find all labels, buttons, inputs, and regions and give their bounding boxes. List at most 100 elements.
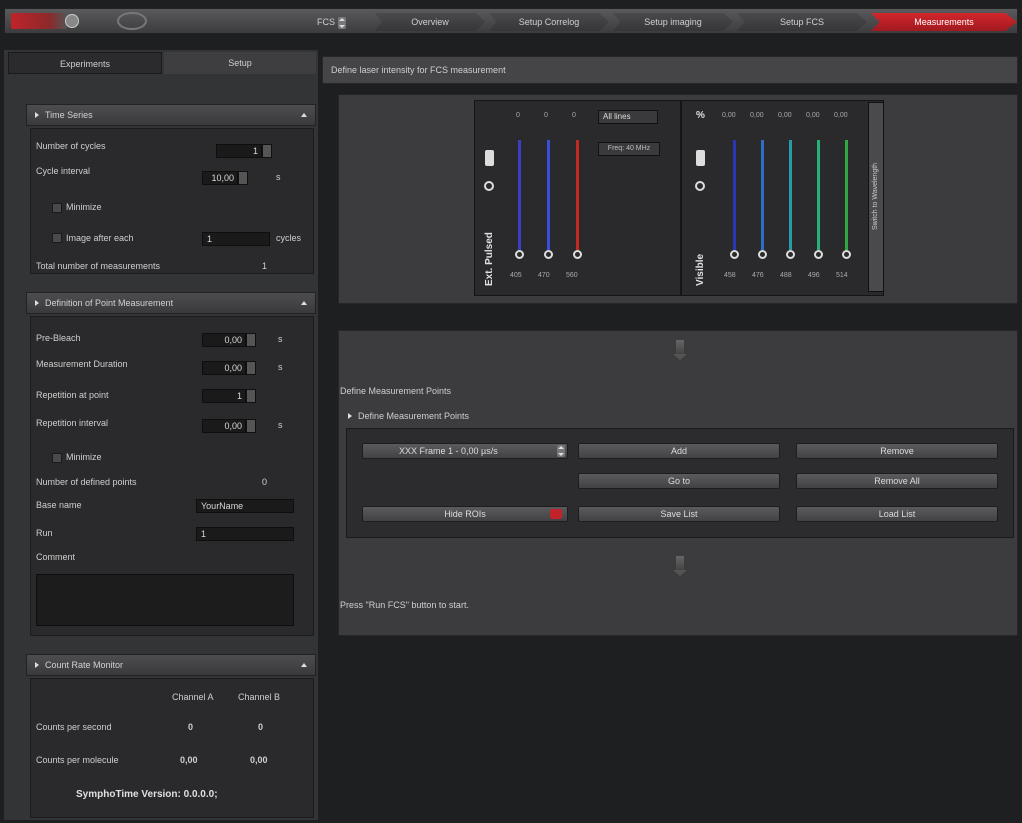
visible-line-458 bbox=[733, 140, 736, 250]
step-measurements[interactable]: Measurements bbox=[871, 13, 1017, 31]
minimize-label: Minimize bbox=[66, 202, 102, 212]
go-to-button[interactable]: Go to bbox=[578, 473, 780, 489]
points-section-header[interactable]: Define Measurement Points bbox=[348, 411, 469, 421]
comment-textarea[interactable] bbox=[36, 574, 294, 626]
visible-line-496 bbox=[817, 140, 820, 250]
rep-point-stepper[interactable] bbox=[246, 389, 256, 403]
section-title: Definition of Point Measurement bbox=[45, 298, 174, 308]
logo-knob-icon bbox=[65, 14, 79, 28]
time-series-header[interactable]: Time Series bbox=[26, 104, 316, 126]
visible-slider-488[interactable] bbox=[786, 250, 795, 259]
cycles-field[interactable]: 1 bbox=[216, 144, 262, 158]
pulsed-mode-label: All lines bbox=[603, 112, 631, 121]
pulsed-mode-select[interactable]: All lines bbox=[598, 110, 658, 124]
remove-button[interactable]: Remove bbox=[796, 443, 998, 459]
duration-field[interactable]: 0,00 bbox=[202, 361, 246, 375]
pulsed-line-560 bbox=[576, 140, 579, 250]
cycles-label: Number of cycles bbox=[36, 141, 106, 151]
minimize-checkbox[interactable] bbox=[52, 203, 62, 213]
minimize-label-2: Minimize bbox=[66, 452, 102, 462]
frame-dropdown[interactable]: XXX Frame 1 - 0,00 µs/s bbox=[362, 443, 568, 459]
save-list-button[interactable]: Save List bbox=[578, 506, 780, 522]
step-overview[interactable]: Overview bbox=[375, 13, 485, 31]
point-measurement-header[interactable]: Definition of Point Measurement bbox=[26, 292, 316, 314]
prebleach-field[interactable]: 0,00 bbox=[202, 333, 246, 347]
step-setup-correlog[interactable]: Setup Correlog bbox=[489, 13, 609, 31]
logo-ring-icon bbox=[117, 12, 147, 30]
hide-rois-button[interactable]: Hide ROIs bbox=[362, 506, 568, 522]
visible-wl-458: 458 bbox=[724, 272, 736, 279]
pulsed-slider-560[interactable] bbox=[573, 250, 582, 259]
pulsed-label: Ext. Pulsed bbox=[484, 232, 495, 286]
visible-line-488 bbox=[789, 140, 792, 250]
pulsed-slider-470[interactable] bbox=[544, 250, 553, 259]
visible-power-icon[interactable] bbox=[695, 181, 705, 191]
prebleach-label: Pre-Bleach bbox=[36, 333, 81, 343]
pulsed-power-icon[interactable] bbox=[484, 181, 494, 191]
pulsed-line-470 bbox=[547, 140, 550, 250]
visible-label: Visible bbox=[695, 253, 706, 286]
visible-slider-496[interactable] bbox=[814, 250, 823, 259]
visible-line-514 bbox=[845, 140, 848, 250]
prebleach-stepper[interactable] bbox=[246, 333, 256, 347]
cps-label: Counts per second bbox=[36, 722, 112, 732]
visible-slider-476[interactable] bbox=[758, 250, 767, 259]
step-setup-fcs[interactable]: Setup FCS bbox=[737, 13, 867, 31]
prebleach-unit: s bbox=[278, 334, 283, 344]
run-field[interactable]: 1 bbox=[196, 527, 294, 541]
interval-stepper[interactable] bbox=[238, 171, 248, 185]
load-list-button[interactable]: Load List bbox=[796, 506, 998, 522]
channel-b-header: Channel B bbox=[238, 692, 281, 702]
visible-line-476 bbox=[761, 140, 764, 250]
cpm-label: Counts per molecule bbox=[36, 755, 119, 765]
duration-stepper[interactable] bbox=[246, 361, 256, 375]
pulsed-top-2: 0 bbox=[572, 112, 576, 119]
laser-header: Define laser intensity for FCS measureme… bbox=[322, 56, 1018, 84]
visible-wl-488: 488 bbox=[780, 272, 792, 279]
total-measurements-value: 1 bbox=[262, 261, 268, 271]
pulsed-slider-405[interactable] bbox=[515, 250, 524, 259]
interval-unit: s bbox=[276, 172, 281, 182]
remove-all-button[interactable]: Remove All bbox=[796, 473, 998, 489]
visible-top-0: 0,00 bbox=[722, 112, 736, 119]
rep-interval-stepper[interactable] bbox=[246, 419, 256, 433]
visible-top-2: 0,00 bbox=[778, 112, 792, 119]
rep-interval-unit: s bbox=[278, 420, 283, 430]
divider bbox=[680, 100, 682, 296]
visible-slider-514[interactable] bbox=[842, 250, 851, 259]
basename-field[interactable]: YourName bbox=[196, 499, 294, 513]
pulsed-wl-470: 470 bbox=[538, 272, 550, 279]
points-header: Define Measurement Points bbox=[340, 386, 452, 396]
pulsed-top-1: 0 bbox=[544, 112, 548, 119]
rep-point-label: Repetition at point bbox=[36, 390, 109, 400]
tab-experiments[interactable]: Experiments bbox=[8, 52, 162, 74]
visible-wl-514: 514 bbox=[836, 272, 848, 279]
roi-indicator-icon bbox=[550, 509, 562, 519]
run-label: Run bbox=[36, 528, 53, 538]
rep-point-field[interactable]: 1 bbox=[202, 389, 246, 403]
pulsed-toggle[interactable] bbox=[485, 150, 494, 166]
visible-unit: % bbox=[696, 110, 705, 121]
step-setup-imaging[interactable]: Setup imaging bbox=[613, 13, 733, 31]
image-after-checkbox[interactable] bbox=[52, 233, 62, 243]
switch-wavelength-label: Switch to Wavelength bbox=[872, 162, 879, 230]
image-after-field[interactable]: 1 bbox=[202, 232, 270, 246]
cycles-stepper[interactable] bbox=[262, 144, 272, 158]
laser-controls bbox=[474, 100, 884, 296]
visible-slider-458[interactable] bbox=[730, 250, 739, 259]
rep-interval-field[interactable]: 0,00 bbox=[202, 419, 246, 433]
tab-setup[interactable]: Setup bbox=[164, 52, 316, 74]
interval-label: Cycle interval bbox=[36, 166, 91, 176]
duration-label: Measurement Duration bbox=[36, 359, 128, 369]
collapse-caret-icon bbox=[301, 113, 307, 117]
count-rate-header[interactable]: Count Rate Monitor bbox=[26, 654, 316, 676]
section-title: Time Series bbox=[45, 110, 93, 120]
pulsed-wl-560: 560 bbox=[566, 272, 578, 279]
visible-toggle[interactable] bbox=[696, 150, 705, 166]
interval-field[interactable]: 10,00 bbox=[202, 171, 238, 185]
add-button[interactable]: Add bbox=[578, 443, 780, 459]
visible-wl-496: 496 bbox=[808, 272, 820, 279]
mode-selector[interactable]: FCS bbox=[317, 13, 367, 31]
minimize-checkbox-2[interactable] bbox=[52, 453, 62, 463]
expand-triangle-icon bbox=[35, 300, 39, 306]
